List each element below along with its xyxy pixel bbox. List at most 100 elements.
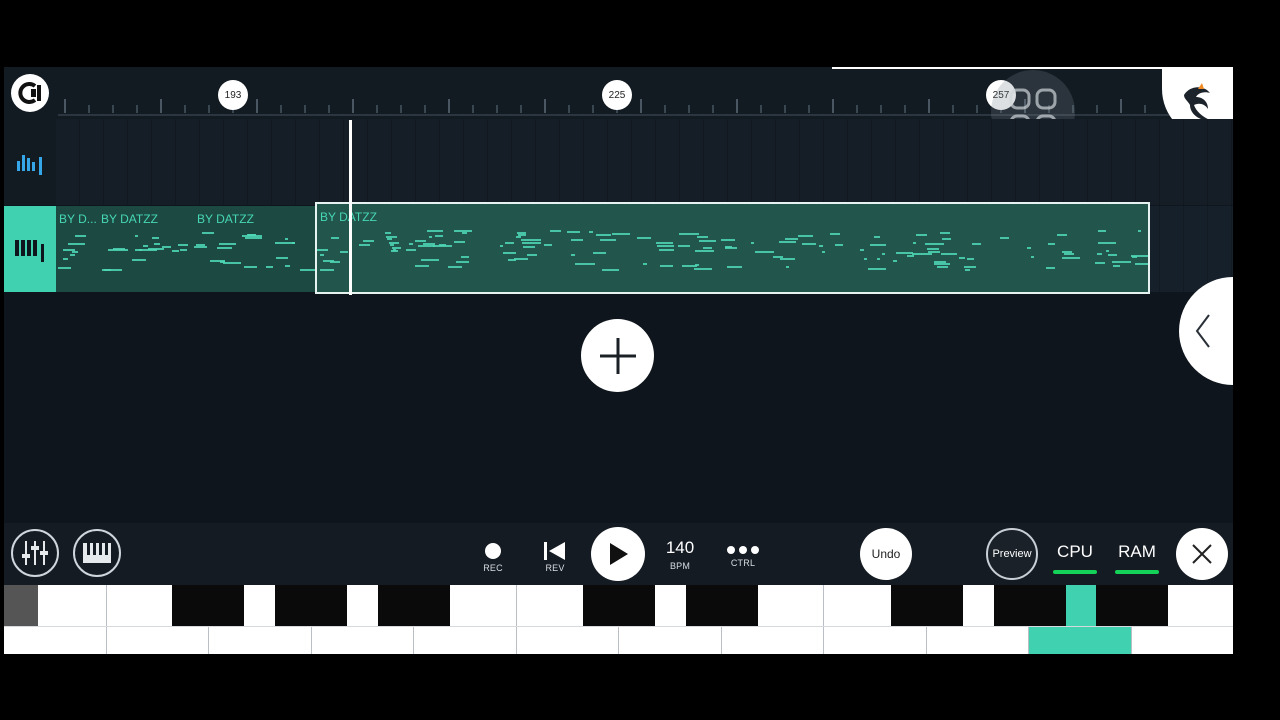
mixer-button[interactable]: [11, 529, 59, 577]
track-lane-1[interactable]: [56, 119, 1233, 205]
black-key[interactable]: [1066, 585, 1096, 626]
note: [1031, 256, 1034, 258]
track-header-piano[interactable]: [4, 206, 56, 292]
play-button[interactable]: [591, 527, 645, 581]
note: [415, 265, 429, 267]
piano-keyboard[interactable]: [4, 585, 1233, 654]
note: [152, 237, 159, 239]
note: [300, 269, 316, 271]
rewind-label: REV: [545, 563, 565, 573]
note: [320, 254, 324, 256]
note: [550, 230, 561, 232]
note: [132, 259, 146, 261]
add-button[interactable]: [581, 319, 654, 392]
note: [462, 232, 467, 234]
note: [178, 244, 188, 246]
ruler-tick: [856, 105, 858, 113]
black-key[interactable]: [891, 585, 963, 626]
note: [964, 266, 976, 268]
note: [657, 245, 674, 247]
note: [860, 249, 864, 251]
record-button[interactable]: REC: [478, 542, 508, 573]
loop-button[interactable]: [11, 74, 49, 112]
ruler-tick: [688, 105, 690, 113]
note: [1106, 250, 1109, 252]
black-key[interactable]: [275, 585, 347, 626]
note: [70, 254, 75, 256]
playhead[interactable]: [349, 120, 352, 295]
undo-button[interactable]: Undo: [860, 528, 912, 580]
loop-icon: [18, 82, 41, 104]
note: [913, 242, 916, 244]
preview-button[interactable]: Preview: [986, 528, 1038, 580]
note: [180, 249, 187, 251]
ctrl-button[interactable]: CTRL: [724, 545, 762, 568]
note: [1098, 230, 1106, 232]
pattern-clip[interactable]: BY DATZZ: [98, 206, 194, 292]
rewind-button[interactable]: REV: [540, 542, 570, 573]
play-icon: [610, 543, 628, 565]
keyboard-scroll-handle[interactable]: [4, 585, 38, 626]
black-key[interactable]: [378, 585, 450, 626]
ruler-tick: [520, 105, 522, 113]
clip-notes: [56, 232, 98, 280]
note: [522, 242, 541, 244]
note: [912, 253, 932, 255]
close-button[interactable]: [1176, 528, 1228, 580]
black-key[interactable]: [1096, 585, 1168, 626]
note: [1108, 254, 1117, 256]
note: [659, 249, 674, 251]
cpu-label: CPU: [1057, 542, 1093, 561]
note: [835, 244, 843, 246]
note: [415, 240, 426, 242]
note: [409, 243, 413, 245]
black-key[interactable]: [583, 585, 655, 626]
black-key[interactable]: [172, 585, 244, 626]
note: [965, 269, 970, 271]
chevron-left-icon: [1195, 314, 1210, 348]
pattern-clip[interactable]: BY D...: [56, 206, 98, 292]
note: [927, 248, 939, 250]
note: [571, 239, 583, 241]
pattern-clip[interactable]: BY DATZZ: [194, 206, 316, 292]
note: [75, 235, 86, 237]
ruler-tick: [400, 105, 402, 113]
track-header-audio[interactable]: [4, 119, 56, 205]
note: [703, 247, 712, 249]
bar-marker-225[interactable]: 225: [602, 80, 632, 110]
note: [874, 236, 880, 238]
note: [1113, 265, 1120, 267]
note: [406, 249, 416, 251]
note: [1138, 230, 1141, 232]
note: [643, 263, 647, 265]
black-key[interactable]: [686, 585, 758, 626]
top-divider: [832, 67, 1162, 69]
note: [755, 251, 774, 253]
black-key[interactable]: [994, 585, 1066, 626]
note: [779, 241, 796, 243]
note: [575, 263, 595, 265]
note: [393, 249, 396, 251]
ruler-tick: [184, 105, 186, 113]
note: [567, 231, 580, 233]
note: [934, 263, 950, 265]
ruler-tick: [760, 105, 762, 113]
note: [1135, 263, 1148, 265]
note: [285, 238, 288, 240]
pattern-clip-selected[interactable]: BY DATZZ: [315, 202, 1150, 294]
note: [194, 246, 207, 248]
ruler-tick: [496, 105, 498, 113]
cpu-meter[interactable]: CPU: [1045, 523, 1105, 585]
note: [1064, 253, 1074, 255]
piano-keys-icon: [83, 543, 111, 563]
note: [1098, 242, 1116, 244]
bar-marker-193[interactable]: 193: [218, 80, 248, 110]
tempo-display[interactable]: 140 BPM: [660, 538, 700, 571]
note: [448, 266, 462, 268]
clip-notes: [317, 230, 1148, 278]
ruler-tick: [808, 105, 810, 113]
note: [527, 254, 537, 256]
note: [1027, 247, 1031, 249]
piano-roll-button[interactable]: [73, 529, 121, 577]
ram-meter[interactable]: RAM: [1107, 523, 1167, 585]
